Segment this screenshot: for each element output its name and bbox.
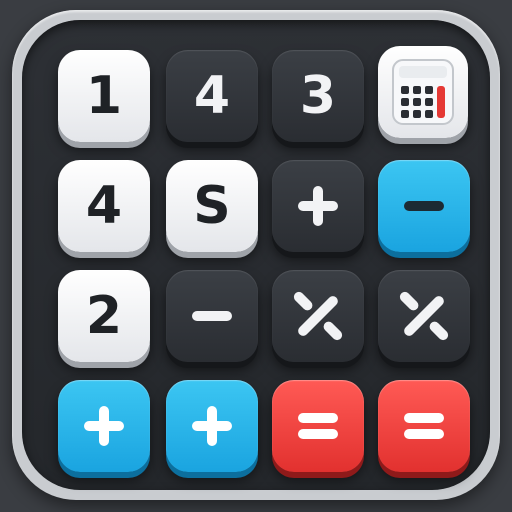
key-s[interactable]: S — [166, 160, 258, 252]
equals-key-1[interactable] — [272, 380, 364, 472]
key-4[interactable]: 4 — [58, 160, 150, 252]
key-1-label: 1 — [85, 66, 123, 126]
equals-icon — [290, 398, 346, 454]
key-3-label: 3 — [299, 66, 337, 126]
minus-icon — [396, 178, 452, 234]
minus-icon — [184, 288, 240, 344]
plus-key-blue-2[interactable] — [166, 380, 258, 472]
calculator-key[interactable] — [378, 46, 468, 138]
key-4-top-label: 4 — [193, 66, 231, 126]
plus-icon — [76, 398, 132, 454]
key-4-top[interactable]: 4 — [166, 50, 258, 142]
key-s-label: S — [193, 176, 231, 236]
plus-key-blue-1[interactable] — [58, 380, 150, 472]
plus-key-dark[interactable] — [272, 160, 364, 252]
minus-key-blue[interactable] — [378, 160, 470, 252]
multiply-icon — [286, 284, 350, 348]
plus-icon — [290, 178, 346, 234]
equals-key-2[interactable] — [378, 380, 470, 472]
key-3[interactable]: 3 — [272, 50, 364, 142]
calculator-icon — [387, 56, 459, 128]
equals-icon — [396, 398, 452, 454]
multiply-icon — [392, 284, 456, 348]
key-1[interactable]: 1 — [58, 50, 150, 142]
key-2-label: 2 — [85, 286, 123, 346]
multiply-key-2[interactable] — [378, 270, 470, 362]
multiply-key-1[interactable] — [272, 270, 364, 362]
key-2[interactable]: 2 — [58, 270, 150, 362]
minus-key-dark[interactable] — [166, 270, 258, 362]
key-4-label: 4 — [85, 176, 123, 236]
plus-icon — [184, 398, 240, 454]
